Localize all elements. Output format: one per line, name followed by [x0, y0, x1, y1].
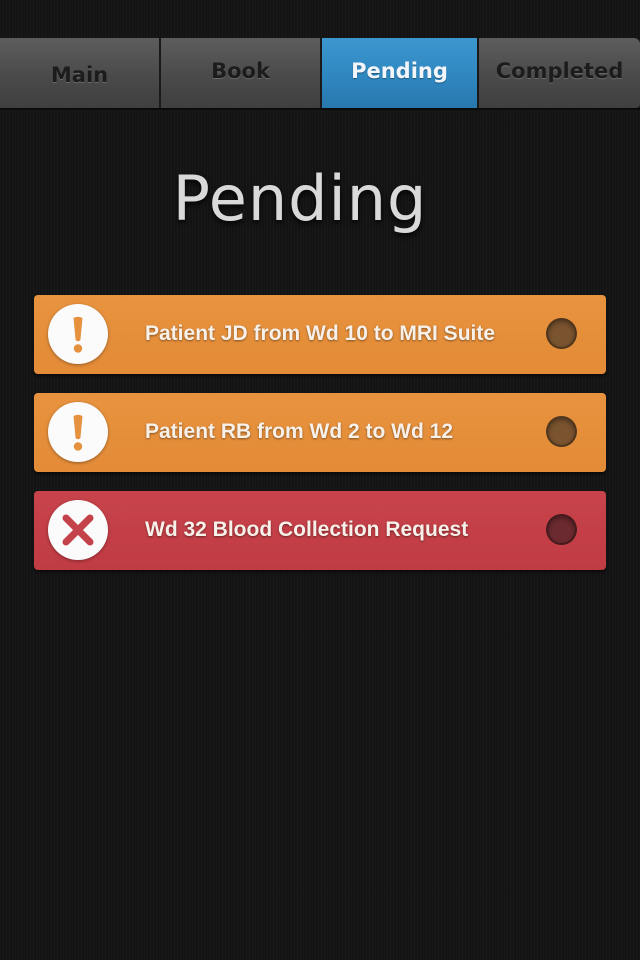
exclamation-icon — [48, 402, 108, 462]
request-label: Patient JD from Wd 10 to MRI Suite — [145, 322, 496, 345]
exclamation-icon — [48, 304, 108, 364]
request-item-warning[interactable]: Patient RB from Wd 2 to Wd 12 — [34, 393, 606, 472]
status-indicator[interactable] — [546, 318, 577, 349]
cross-icon — [48, 500, 108, 560]
request-item-warning[interactable]: Patient JD from Wd 10 to MRI Suite — [34, 295, 606, 374]
request-label: Patient RB from Wd 2 to Wd 12 — [145, 420, 454, 443]
request-item-error[interactable]: Wd 32 Blood Collection Request — [34, 491, 606, 570]
request-label: Wd 32 Blood Collection Request — [145, 518, 469, 541]
status-indicator[interactable] — [546, 416, 577, 447]
tab-completed[interactable]: Completed — [479, 38, 640, 108]
status-indicator[interactable] — [546, 514, 577, 545]
page-title: Pending — [172, 162, 428, 235]
tab-main[interactable]: Main — [0, 38, 161, 108]
tab-book[interactable]: Book — [161, 38, 322, 108]
request-list: Patient JD from Wd 10 to MRI Suite Patie… — [34, 295, 606, 589]
tab-bar: Main Book Pending Completed — [0, 38, 640, 110]
tab-pending[interactable]: Pending — [322, 38, 479, 108]
